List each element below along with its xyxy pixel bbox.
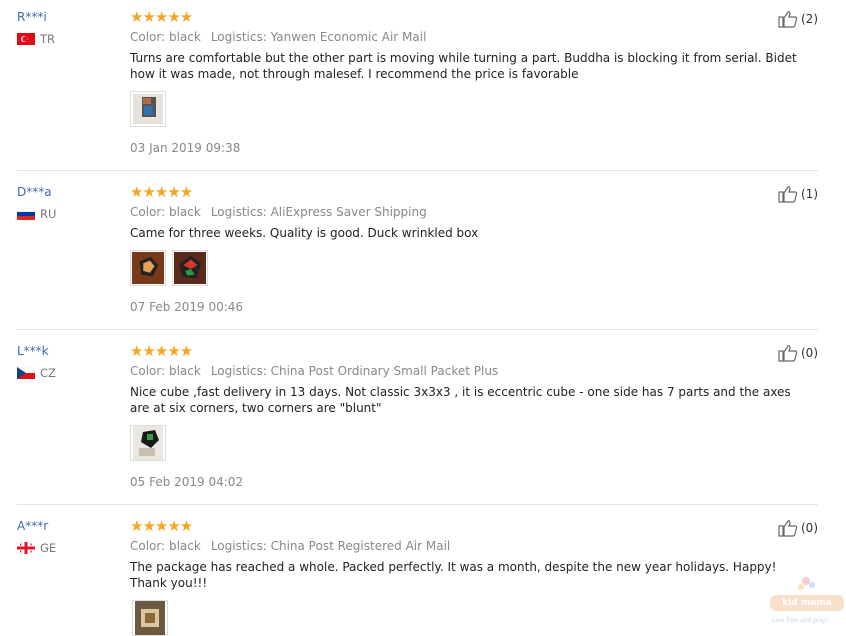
reviewer-info: R***i TR [17, 10, 127, 46]
reviewer-info: A***r GE [17, 519, 127, 555]
review-text: Turns are comfortable but the other part… [130, 51, 797, 81]
review-photo-thumbnail[interactable] [172, 250, 208, 286]
star-rating: ★★★★★ [130, 8, 193, 26]
thumbs-up-icon [778, 520, 798, 537]
logistics-attribute: Logistics: Yanwen Economic Air Mail [210, 30, 427, 44]
review-text: Nice cube ,fast delivery in 13 days. Not… [130, 385, 791, 415]
star-rating: ★★★★★ [130, 342, 193, 360]
country-code: RU [40, 207, 57, 221]
country-code: TR [40, 32, 56, 46]
helpful-button[interactable]: (0) [778, 344, 818, 362]
reviewer-info: D***a RU [17, 185, 127, 221]
watermark-tagline: Live free and play! [772, 617, 829, 624]
flag-ge-icon [17, 542, 35, 554]
watermark-text: kid mama [770, 595, 844, 611]
thumbs-up-icon [778, 345, 798, 362]
review-item: R***i TR ★★★★★ Color: black Logistics: Ya… [17, 10, 818, 171]
country-code: CZ [40, 366, 56, 380]
helpful-count: (1) [801, 187, 818, 201]
country-code: GE [40, 541, 57, 555]
logistics-attribute: Logistics: China Post Registered Air Mai… [210, 539, 451, 553]
reviewer-country: CZ [17, 366, 127, 380]
review-item: D***a RU ★★★★★ Color: black Logistics: Al… [17, 185, 818, 330]
watermark-logo: kid mama Live free and play! [770, 575, 844, 631]
color-attribute: Color: black [130, 539, 201, 553]
thumbs-up-icon [778, 11, 798, 28]
review-item: L***k CZ ★★★★★ Color: black Logistics: Ch… [17, 344, 818, 505]
star-rating: ★★★★★ [130, 517, 193, 535]
reviewer-name[interactable]: D***a [17, 185, 127, 199]
reviewer-country: RU [17, 207, 127, 221]
review-date: 07 Feb 2019 00:46 [130, 300, 244, 314]
reviewer-country: GE [17, 541, 127, 555]
flag-tr-icon [17, 33, 35, 45]
review-photos [130, 425, 810, 461]
review-body: ★★★★★ Color: black Logistics: China Post … [130, 519, 810, 636]
reviewer-name[interactable]: R***i [17, 10, 127, 24]
review-photo-thumbnail[interactable] [130, 425, 166, 461]
logistics-attribute: Logistics: China Post Ordinary Small Pac… [210, 364, 499, 378]
toy-icon [798, 577, 815, 590]
review-body: ★★★★★ Color: black Logistics: Yanwen Econ… [130, 10, 810, 155]
review-photo-thumbnail[interactable] [130, 91, 166, 127]
review-body: ★★★★★ Color: black Logistics: China Post … [130, 344, 810, 489]
reviewer-name[interactable]: L***k [17, 344, 127, 358]
review-body: ★★★★★ Color: black Logistics: AliExpress … [130, 185, 810, 314]
logistics-attribute: Logistics: AliExpress Saver Shipping [210, 205, 427, 219]
helpful-count: (0) [801, 346, 818, 360]
reviewer-country: TR [17, 32, 127, 46]
review-item: A***r GE ★★★★★ Color: black Logistics: Ch… [17, 519, 818, 636]
flag-ru-icon [17, 208, 35, 220]
review-meta: Color: black Logistics: China Post Ordina… [130, 363, 810, 379]
review-text: The package has reached a whole. Packed … [130, 560, 777, 590]
reviewer-info: L***k CZ [17, 344, 127, 380]
color-attribute: Color: black [130, 30, 201, 44]
color-attribute: Color: black [130, 205, 201, 219]
color-attribute: Color: black [130, 364, 201, 378]
helpful-button[interactable]: (2) [778, 10, 818, 28]
star-rating: ★★★★★ [130, 183, 193, 201]
flag-cz-icon [17, 367, 35, 379]
review-date: 05 Feb 2019 04:02 [130, 475, 244, 489]
helpful-button[interactable]: (1) [778, 185, 818, 203]
review-meta: Color: black Logistics: AliExpress Saver … [130, 204, 810, 220]
review-meta: Color: black Logistics: Yanwen Economic A… [130, 29, 810, 45]
thumbs-up-icon [778, 186, 798, 203]
review-text: Came for three weeks. Quality is good. D… [130, 226, 479, 240]
helpful-button[interactable]: (0) [778, 519, 818, 537]
review-photos [130, 91, 810, 127]
review-photo-thumbnail[interactable] [130, 250, 166, 286]
helpful-count: (0) [801, 521, 818, 535]
review-photos [130, 250, 810, 286]
review-meta: Color: black Logistics: China Post Regist… [130, 538, 810, 554]
reviewer-name[interactable]: A***r [17, 519, 127, 533]
review-date: 03 Jan 2019 09:38 [130, 141, 241, 155]
helpful-count: (2) [801, 12, 818, 26]
